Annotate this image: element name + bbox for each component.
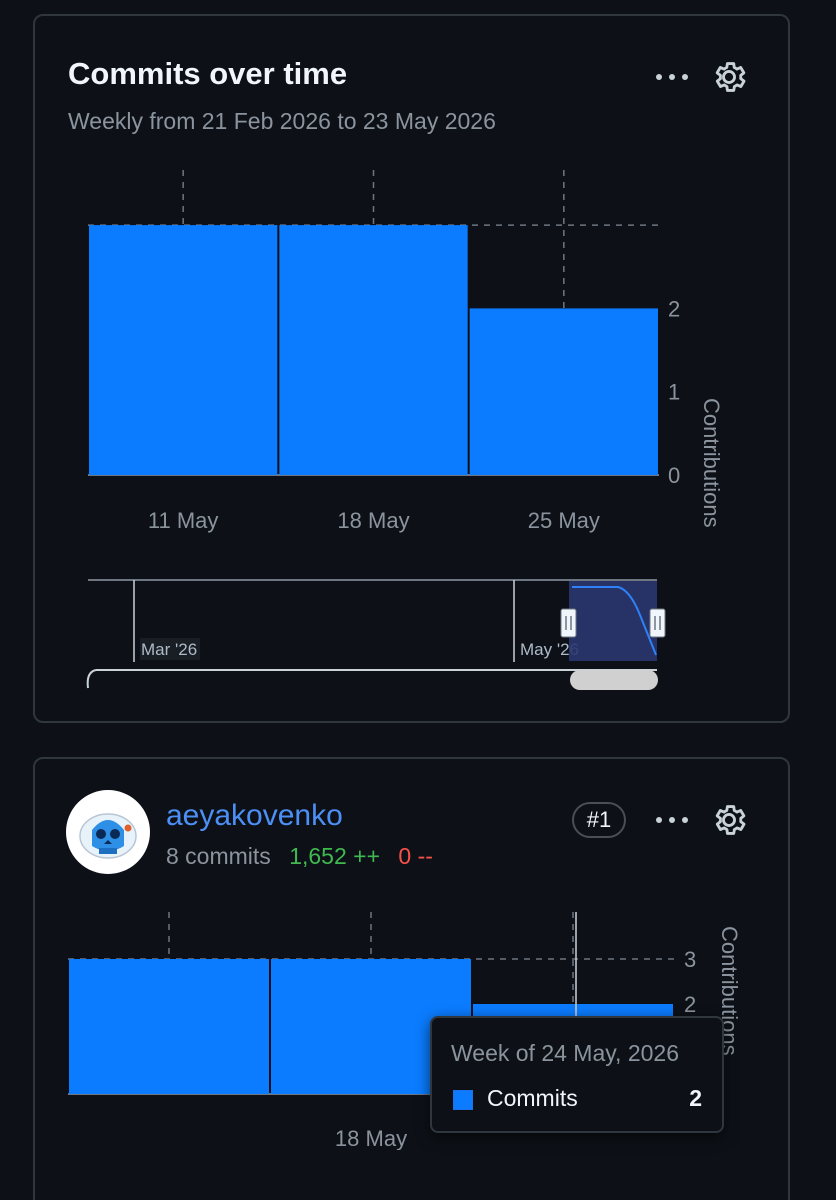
x-tick-label: 18 May [335,1126,407,1150]
rank-badge: #1 [572,802,626,838]
commit-count: 8 commits [166,843,271,869]
x-tick-label: 25 May [528,508,600,533]
range-navigator[interactable]: Mar '26 May '26 [86,579,666,690]
chart-tooltip: Week of 24 May, 2026 Commits 2 [430,1016,724,1133]
tooltip-series-label: Commits [487,1085,578,1111]
avatar[interactable] [66,790,150,874]
username-link[interactable]: aeyakovenko [166,799,343,833]
more-options-button[interactable] [652,805,692,835]
skull-fishbowl-avatar-icon [68,792,148,872]
additions-count: 1,652 ++ [289,843,380,869]
tooltip-title: Week of 24 May, 2026 [451,1040,680,1066]
series-color-swatch [453,1090,473,1110]
gear-icon[interactable] [710,801,748,839]
y-tick-label: 1 [668,380,680,405]
bar[interactable] [89,225,278,475]
y-tick-label: 0 [668,463,680,488]
bar[interactable] [69,959,269,1094]
bar[interactable] [469,308,658,475]
contribution-stats: 8 commits 1,652 ++ 0 -- [166,843,433,870]
chart-title: Commits over time [68,56,348,91]
more-options-button[interactable] [652,62,692,92]
y-tick-label: 2 [668,296,680,321]
navigator-selected-range[interactable] [569,581,657,661]
chart-subtitle: Weekly from 21 Feb 2026 to 23 May 2026 [68,108,496,134]
tooltip-value: 2 [689,1085,702,1111]
more-horizontal-icon [656,74,688,80]
x-tick-label: 18 May [337,508,409,533]
gear-icon[interactable] [710,58,748,96]
deletions-count: 0 -- [398,843,433,869]
y-axis-label: Contributions [699,398,724,528]
more-horizontal-icon [656,817,688,823]
bar[interactable] [279,225,468,475]
navigator-right-handle[interactable] [649,608,666,638]
x-tick-label: 11 May [148,508,219,533]
navigator-left-handle[interactable] [560,608,577,638]
navigator-scrollbar-thumb[interactable] [570,670,658,690]
y-tick-label: 2 [684,992,696,1017]
commits-bar-chart: 0 1 2 11 May 18 May 25 May Contributions Mar… [86,170,724,690]
y-tick-label: 3 [684,947,696,972]
navigator-tick-label: Mar '26 [141,640,197,659]
